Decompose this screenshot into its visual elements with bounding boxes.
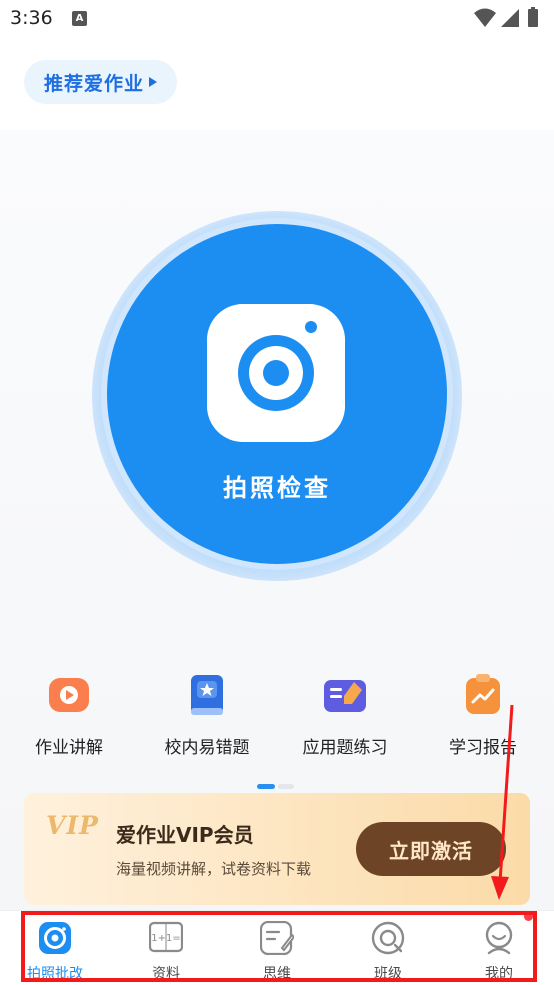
page-indicator [257, 784, 297, 790]
tab-label: 拍照批改 [27, 966, 83, 982]
notification-badge [524, 912, 533, 921]
feature-study-report[interactable]: 学习报告 [414, 668, 552, 764]
vip-banner[interactable]: VIP 爱作业VIP会员 海量视频讲解，试卷资料下载 立即激活 [24, 793, 530, 905]
activate-vip-button[interactable]: 立即激活 [356, 822, 506, 876]
status-time: 3:36 [10, 7, 53, 29]
materials-icon-text: 1+1= [151, 933, 180, 944]
tab-photo-grading[interactable]: 拍照批改 [0, 911, 110, 985]
recommend-label: 推荐爱作业 [43, 72, 144, 95]
vip-title: 爱作业VIP会员 [116, 823, 254, 847]
feature-label: 学习报告 [449, 738, 517, 758]
thinking-note-icon [260, 921, 294, 955]
tab-materials[interactable]: 1+1= 资料 [111, 911, 221, 985]
class-circle-icon [371, 921, 405, 955]
tab-label: 我的 [485, 966, 513, 982]
tab-class[interactable]: 班级 [333, 911, 443, 985]
recommend-button[interactable]: 推荐爱作业 [24, 60, 177, 104]
feature-label: 作业讲解 [35, 738, 103, 758]
video-play-icon [49, 678, 89, 712]
report-chart-icon [466, 674, 500, 714]
camera-icon [207, 304, 345, 442]
tab-label: 班级 [374, 966, 402, 982]
feature-label: 校内易错题 [164, 738, 250, 758]
page-dot [278, 784, 294, 789]
materials-book-icon: 1+1= [149, 921, 183, 953]
notes-pencil-icon [324, 680, 366, 712]
camera-check-label: 拍照检查 [223, 474, 331, 502]
vip-subtitle: 海量视频讲解，试卷资料下载 [116, 860, 312, 878]
page-dot-active [257, 784, 275, 789]
profile-icon [485, 921, 513, 955]
play-arrow-icon [149, 77, 157, 87]
feature-school-mistakes[interactable]: 校内易错题 [138, 668, 276, 764]
feature-label: 应用题练习 [302, 738, 388, 758]
tab-thinking[interactable]: 思维 [222, 911, 332, 985]
vip-logo: VIP [46, 811, 99, 840]
tab-label: 思维 [263, 966, 291, 982]
book-star-icon [191, 675, 223, 715]
feature-homework-explain[interactable]: 作业讲解 [0, 668, 138, 764]
bottom-tab-bar: 拍照批改 1+1= 资料 思维 班级 我的 [0, 910, 554, 985]
notification-icon: A [72, 11, 87, 26]
status-bar: 3:36 A [0, 0, 554, 40]
camera-tab-icon [39, 922, 71, 954]
wifi-icon [474, 8, 496, 27]
feature-word-problems[interactable]: 应用题练习 [276, 668, 414, 764]
feature-row: 作业讲解 校内易错题 应用题练习 学习报告 [0, 668, 554, 768]
signal-icon [501, 9, 519, 27]
battery-icon [528, 7, 538, 27]
tab-mine[interactable]: 我的 [444, 911, 554, 985]
tab-label: 资料 [152, 966, 180, 982]
camera-check-button[interactable]: 拍照检查 [107, 224, 447, 564]
